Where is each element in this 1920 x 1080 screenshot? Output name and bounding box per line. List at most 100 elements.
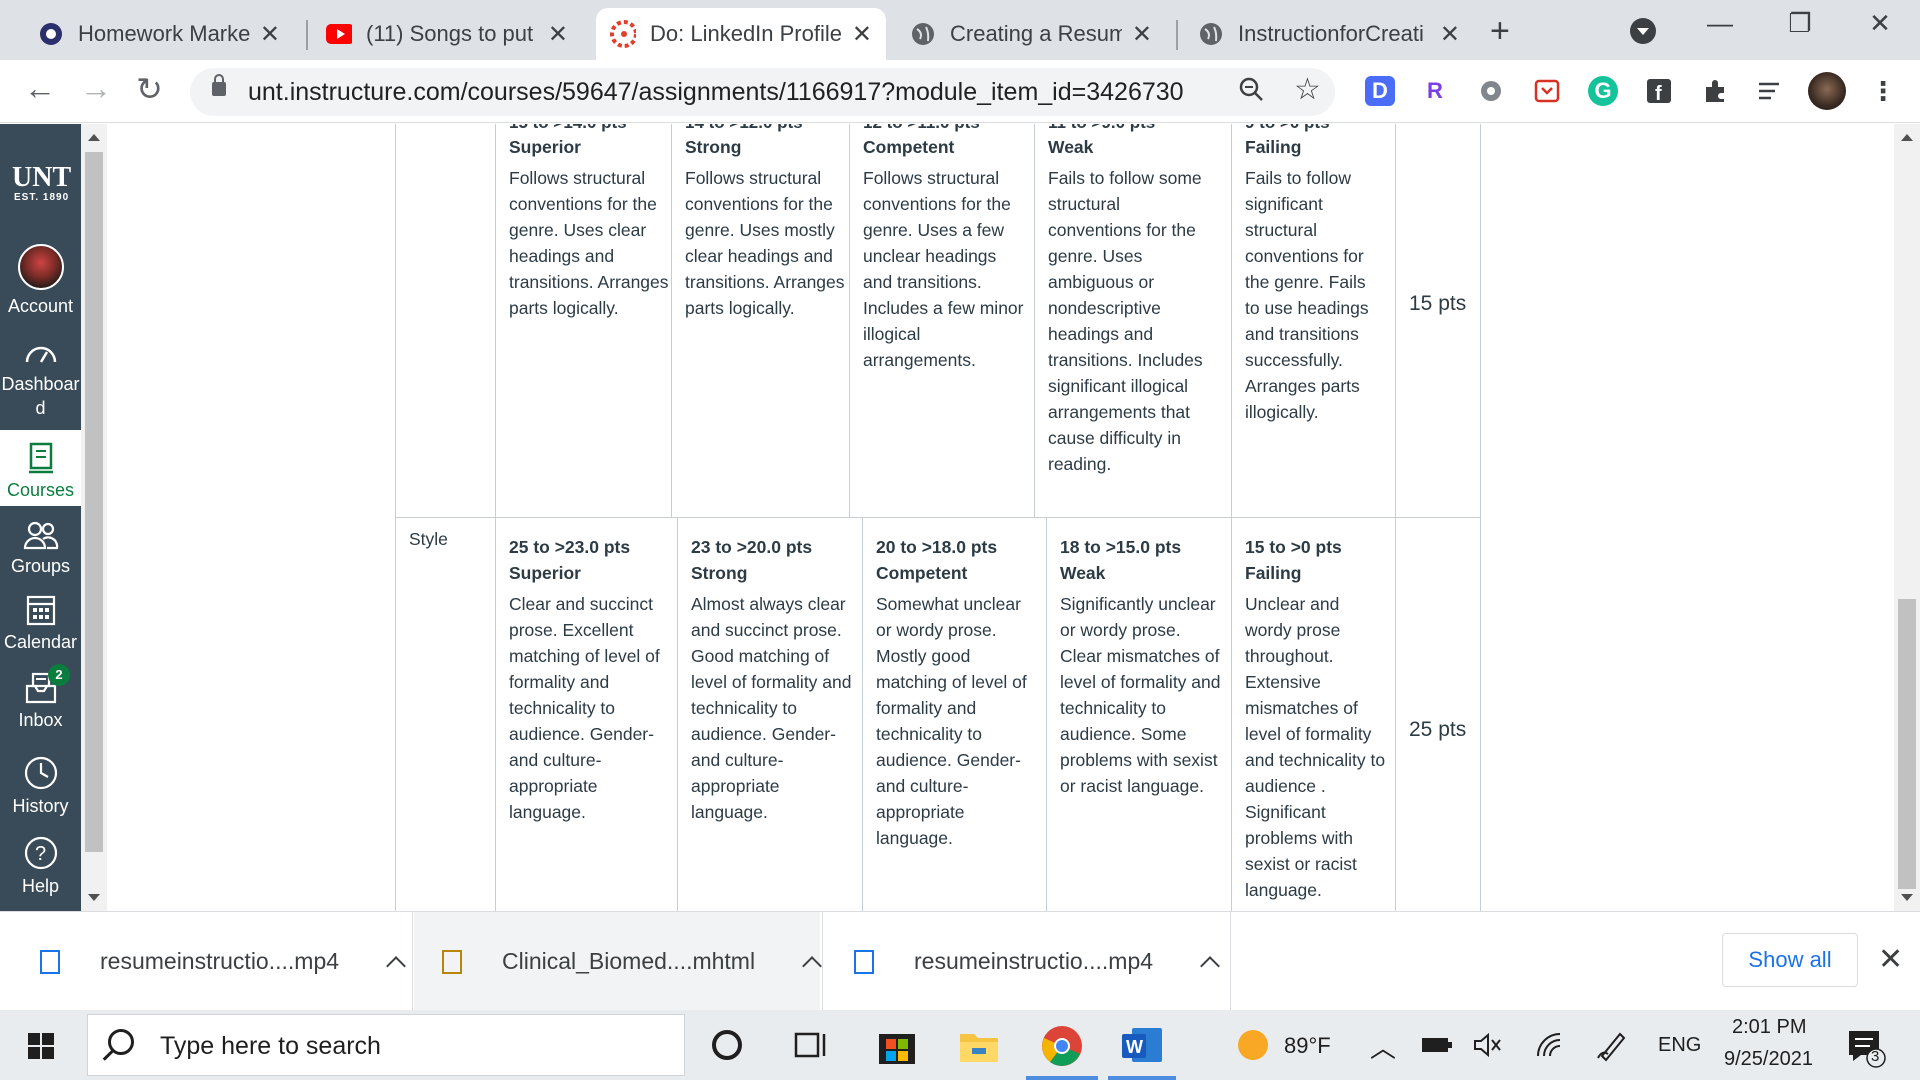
page-scrollbar[interactable] [1894,124,1920,911]
notifications-icon[interactable] [1846,1028,1888,1070]
clock-date[interactable]: 9/25/2021 [1724,1048,1813,1071]
unt-logo[interactable]: UNT [12,162,71,194]
rating-weak[interactable]: 11 to >9.0 pts Weak Fails to follow some… [1048,124,1213,477]
tab-search-icon[interactable] [1630,18,1656,44]
nav-courses[interactable]: Courses [0,430,81,506]
rating-strong[interactable]: 14 to >12.0 pts Strong Follows structura… [685,124,850,321]
tab-instruction[interactable]: InstructionforCreati ✕ [1184,8,1474,60]
help-icon: ? [24,836,57,870]
scrollbar-thumb[interactable] [1898,599,1916,889]
homework-market-icon [38,21,64,47]
download-item[interactable]: Clinical_Biomed....mhtml [414,912,822,1011]
nav-history[interactable]: History [0,756,81,817]
globe-icon [910,21,936,47]
rating-competent[interactable]: 12 to >11.0 pts Competent Follows struct… [863,124,1028,373]
grammarly-icon[interactable]: G [1588,76,1618,106]
nav-dashboard[interactable]: Dashboard [0,340,81,420]
close-icon[interactable]: ✕ [852,20,872,49]
clock-time[interactable]: 2:01 PM [1732,1016,1806,1039]
chevron-up-icon[interactable] [802,955,822,976]
chevron-up-icon[interactable] [386,955,406,976]
weather-sun-icon[interactable] [1232,1024,1274,1066]
window-close-icon[interactable]: ✕ [1850,8,1910,39]
scrollbar-thumb[interactable] [85,152,103,852]
tab-linkedin-profile[interactable]: Do: LinkedIn Profile ✕ [596,8,886,60]
chrome-icon[interactable] [1040,1024,1082,1066]
bookmark-star-icon[interactable]: ☆ [1294,72,1321,107]
zoom-icon[interactable] [1238,76,1264,102]
tab-homework-market[interactable]: Homework Market ✕ [24,8,294,60]
rating-weak[interactable]: 18 to >15.0 pts Weak Significantly uncle… [1060,534,1225,799]
rating-points: 23 to >20.0 pts [691,537,813,557]
cortana-icon[interactable] [706,1024,748,1066]
sidebar-scrollbar[interactable] [81,124,107,911]
restore-icon[interactable]: ❐ [1770,8,1830,39]
tab-creating-resume[interactable]: Creating a Resume ✕ [896,8,1166,60]
reload-icon[interactable]: ↻ [136,70,163,108]
volume-muted-icon[interactable] [1472,1030,1514,1072]
close-icon[interactable]: ✕ [260,20,280,49]
rating-superior[interactable]: 25 to >23.0 pts Superior Clear and succi… [509,534,674,825]
scroll-up-arrow-icon[interactable] [1901,134,1913,141]
nav-help[interactable]: ? Help [0,836,81,897]
criterion-points: 25 pts [1409,718,1467,741]
scroll-down-arrow-icon[interactable] [1901,894,1913,901]
windows-start-icon[interactable] [28,1033,54,1059]
extension-d-icon[interactable]: D [1365,76,1395,106]
minimize-icon[interactable]: — [1690,8,1750,39]
microsoft-store-icon[interactable] [876,1024,918,1066]
nav-inbox[interactable]: 2 Inbox [0,664,81,731]
back-icon[interactable]: ← [24,70,56,107]
wifi-icon[interactable] [1534,1030,1576,1072]
gear-extension-icon[interactable] [1476,76,1506,106]
nav-calendar[interactable]: Calendar [0,592,81,653]
download-item[interactable]: resumeinstructio....mp4 [40,912,406,1011]
rating-description: Unclear and wordy prose throughout. Exte… [1245,594,1386,900]
notification-count: 3 [1871,1048,1880,1065]
rating-description: Follows structural conventions for the g… [509,168,669,318]
close-icon[interactable]: ✕ [1132,20,1152,49]
forward-icon[interactable]: → [80,70,112,107]
nav-account[interactable]: Account [0,244,81,317]
chevron-up-icon[interactable] [1200,955,1220,976]
youtube-icon [326,21,352,47]
rating-level: Superior [509,137,581,157]
close-icon[interactable]: ✕ [1878,942,1903,977]
battery-icon[interactable] [1420,1030,1462,1072]
pen-icon[interactable] [1596,1028,1638,1070]
tab-youtube[interactable]: (11) Songs to put y ✕ [312,8,582,60]
facebook-extension-icon[interactable]: f [1644,76,1674,106]
download-item[interactable]: resumeinstructio....mp4 [854,912,1220,1011]
extension-r-icon[interactable]: R [1420,76,1450,106]
word-icon[interactable]: W [1120,1024,1162,1066]
close-icon[interactable]: ✕ [1440,20,1460,49]
criterion-name: Style [409,529,448,549]
new-tab-button[interactable]: + [1490,12,1510,51]
more-menu-icon[interactable]: ⋮ [1868,76,1898,106]
rating-level: Weak [1048,137,1094,157]
rating-strong[interactable]: 23 to >20.0 pts Strong Almost always cle… [691,534,856,825]
show-all-button[interactable]: Show all [1722,933,1858,987]
task-view-icon[interactable] [790,1024,832,1066]
rating-superior[interactable]: 15 to >14.0 pts Superior Follows structu… [509,124,674,321]
omnibox[interactable]: unt.instructure.com/courses/59647/assign… [190,68,1335,116]
rating-competent[interactable]: 20 to >18.0 pts Competent Somewhat uncle… [876,534,1041,851]
close-icon[interactable]: ✕ [548,20,568,49]
reading-list-icon[interactable] [1756,76,1786,106]
rating-failing[interactable]: 9 to >0 pts Failing Fails to follow sign… [1245,124,1385,425]
file-explorer-icon[interactable] [958,1024,1000,1066]
pocket-extension-icon[interactable] [1532,76,1562,106]
weather-temperature[interactable]: 89°F [1284,1033,1331,1059]
nav-groups[interactable]: Groups [0,520,81,577]
chevron-up-icon[interactable]: ︿ [1370,1028,1396,1065]
svg-text:f: f [1655,83,1662,104]
scroll-up-arrow-icon[interactable] [88,134,100,141]
language-indicator[interactable]: ENG [1658,1034,1701,1057]
scroll-down-arrow-icon[interactable] [88,894,100,901]
rating-failing[interactable]: 15 to >0 pts Failing Unclear and wordy p… [1245,534,1387,903]
taskbar-search[interactable]: Type here to search [87,1014,685,1076]
profile-avatar-icon[interactable] [1808,72,1846,110]
puzzle-extensions-icon[interactable] [1700,76,1730,106]
lock-icon[interactable] [212,74,226,96]
url-text[interactable]: unt.instructure.com/courses/59647/assign… [248,78,1184,107]
